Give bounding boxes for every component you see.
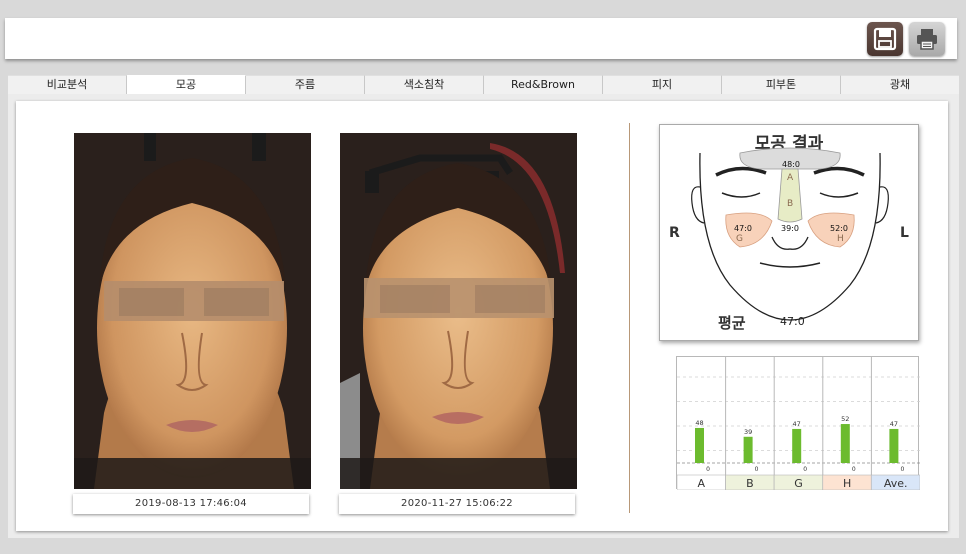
top-toolbar [5,18,957,59]
chart-zero-label: 0 [706,466,710,473]
chart-data-label: 47 [793,420,801,428]
tab-skin-tone[interactable]: 피부톤 [722,75,841,94]
chart-data-label: 47 [890,420,898,428]
tab-red-brown[interactable]: Red&Brown [484,75,603,94]
chart-bar [889,428,899,463]
save-icon [873,27,897,51]
zone-h-letter: H [837,234,844,244]
average-value: 47:0 [780,315,805,328]
chart-category-label: H [843,477,851,490]
chart-category-label: G [794,477,803,490]
printer-icon [917,29,937,50]
tab-compare[interactable]: 비교분석 [8,75,127,94]
left-side-label: L [900,225,909,241]
right-side-label: R [669,225,680,241]
print-button[interactable] [909,22,945,56]
chart-bar [792,428,802,463]
tab-wrinkles[interactable]: 주름 [246,75,365,94]
pore-bar-chart-svg: A480B390G470H520Ave.470 [676,357,921,491]
chart-zero-label: 0 [900,466,904,473]
pore-result-panel: 모공 결과 48:0 A B 39:0 47:0 G 52:0 H R L [659,124,919,341]
chart-zero-label: 0 [755,466,759,473]
save-button[interactable] [867,22,903,56]
chart-bar [695,427,704,463]
pore-bar-chart: A 48 0 B 39 0 G 47 0 H 52 0 Ave. 47 0 [676,356,921,491]
tab-radiance[interactable]: 광채 [841,75,959,94]
face-photo-after[interactable] [340,133,577,489]
chart-zero-label: 0 [803,466,807,473]
zone-g-letter: G [736,234,743,244]
chart-bar [840,424,850,463]
vertical-divider [629,123,630,513]
chart-category-label: Ave. [884,477,908,490]
chart-category-label: A [698,477,706,490]
chart-zero-label: 0 [852,466,856,473]
zone-b-value: 39:0 [781,224,799,233]
tab-pigmentation[interactable]: 색소침착 [365,75,484,94]
chart-data-label: 48 [695,419,703,427]
photo-date-before: 2019-08-13 17:46:04 [73,494,309,514]
chart-data-label: 39 [744,428,752,436]
zone-h-value: 52:0 [830,224,848,233]
tab-pores[interactable]: 모공 [127,75,246,95]
chart-data-label: 52 [841,415,849,423]
face-zone-diagram [691,147,889,321]
zone-a-letter: A [787,173,794,183]
average-label: 평균 [718,314,746,332]
chart-category-label: B [746,477,754,490]
chart-bar [743,436,753,463]
photo-date-after: 2020-11-27 15:06:22 [339,494,575,514]
zone-b-letter: B [787,199,794,209]
face-photo-before[interactable] [74,133,311,489]
zone-a-value: 48:0 [782,160,800,169]
analysis-tabs: 비교분석 모공 주름 색소침착 Red&Brown 피지 피부톤 광채 [8,75,959,95]
zone-g-value: 47:0 [734,224,752,233]
tab-sebum[interactable]: 피지 [603,75,722,94]
